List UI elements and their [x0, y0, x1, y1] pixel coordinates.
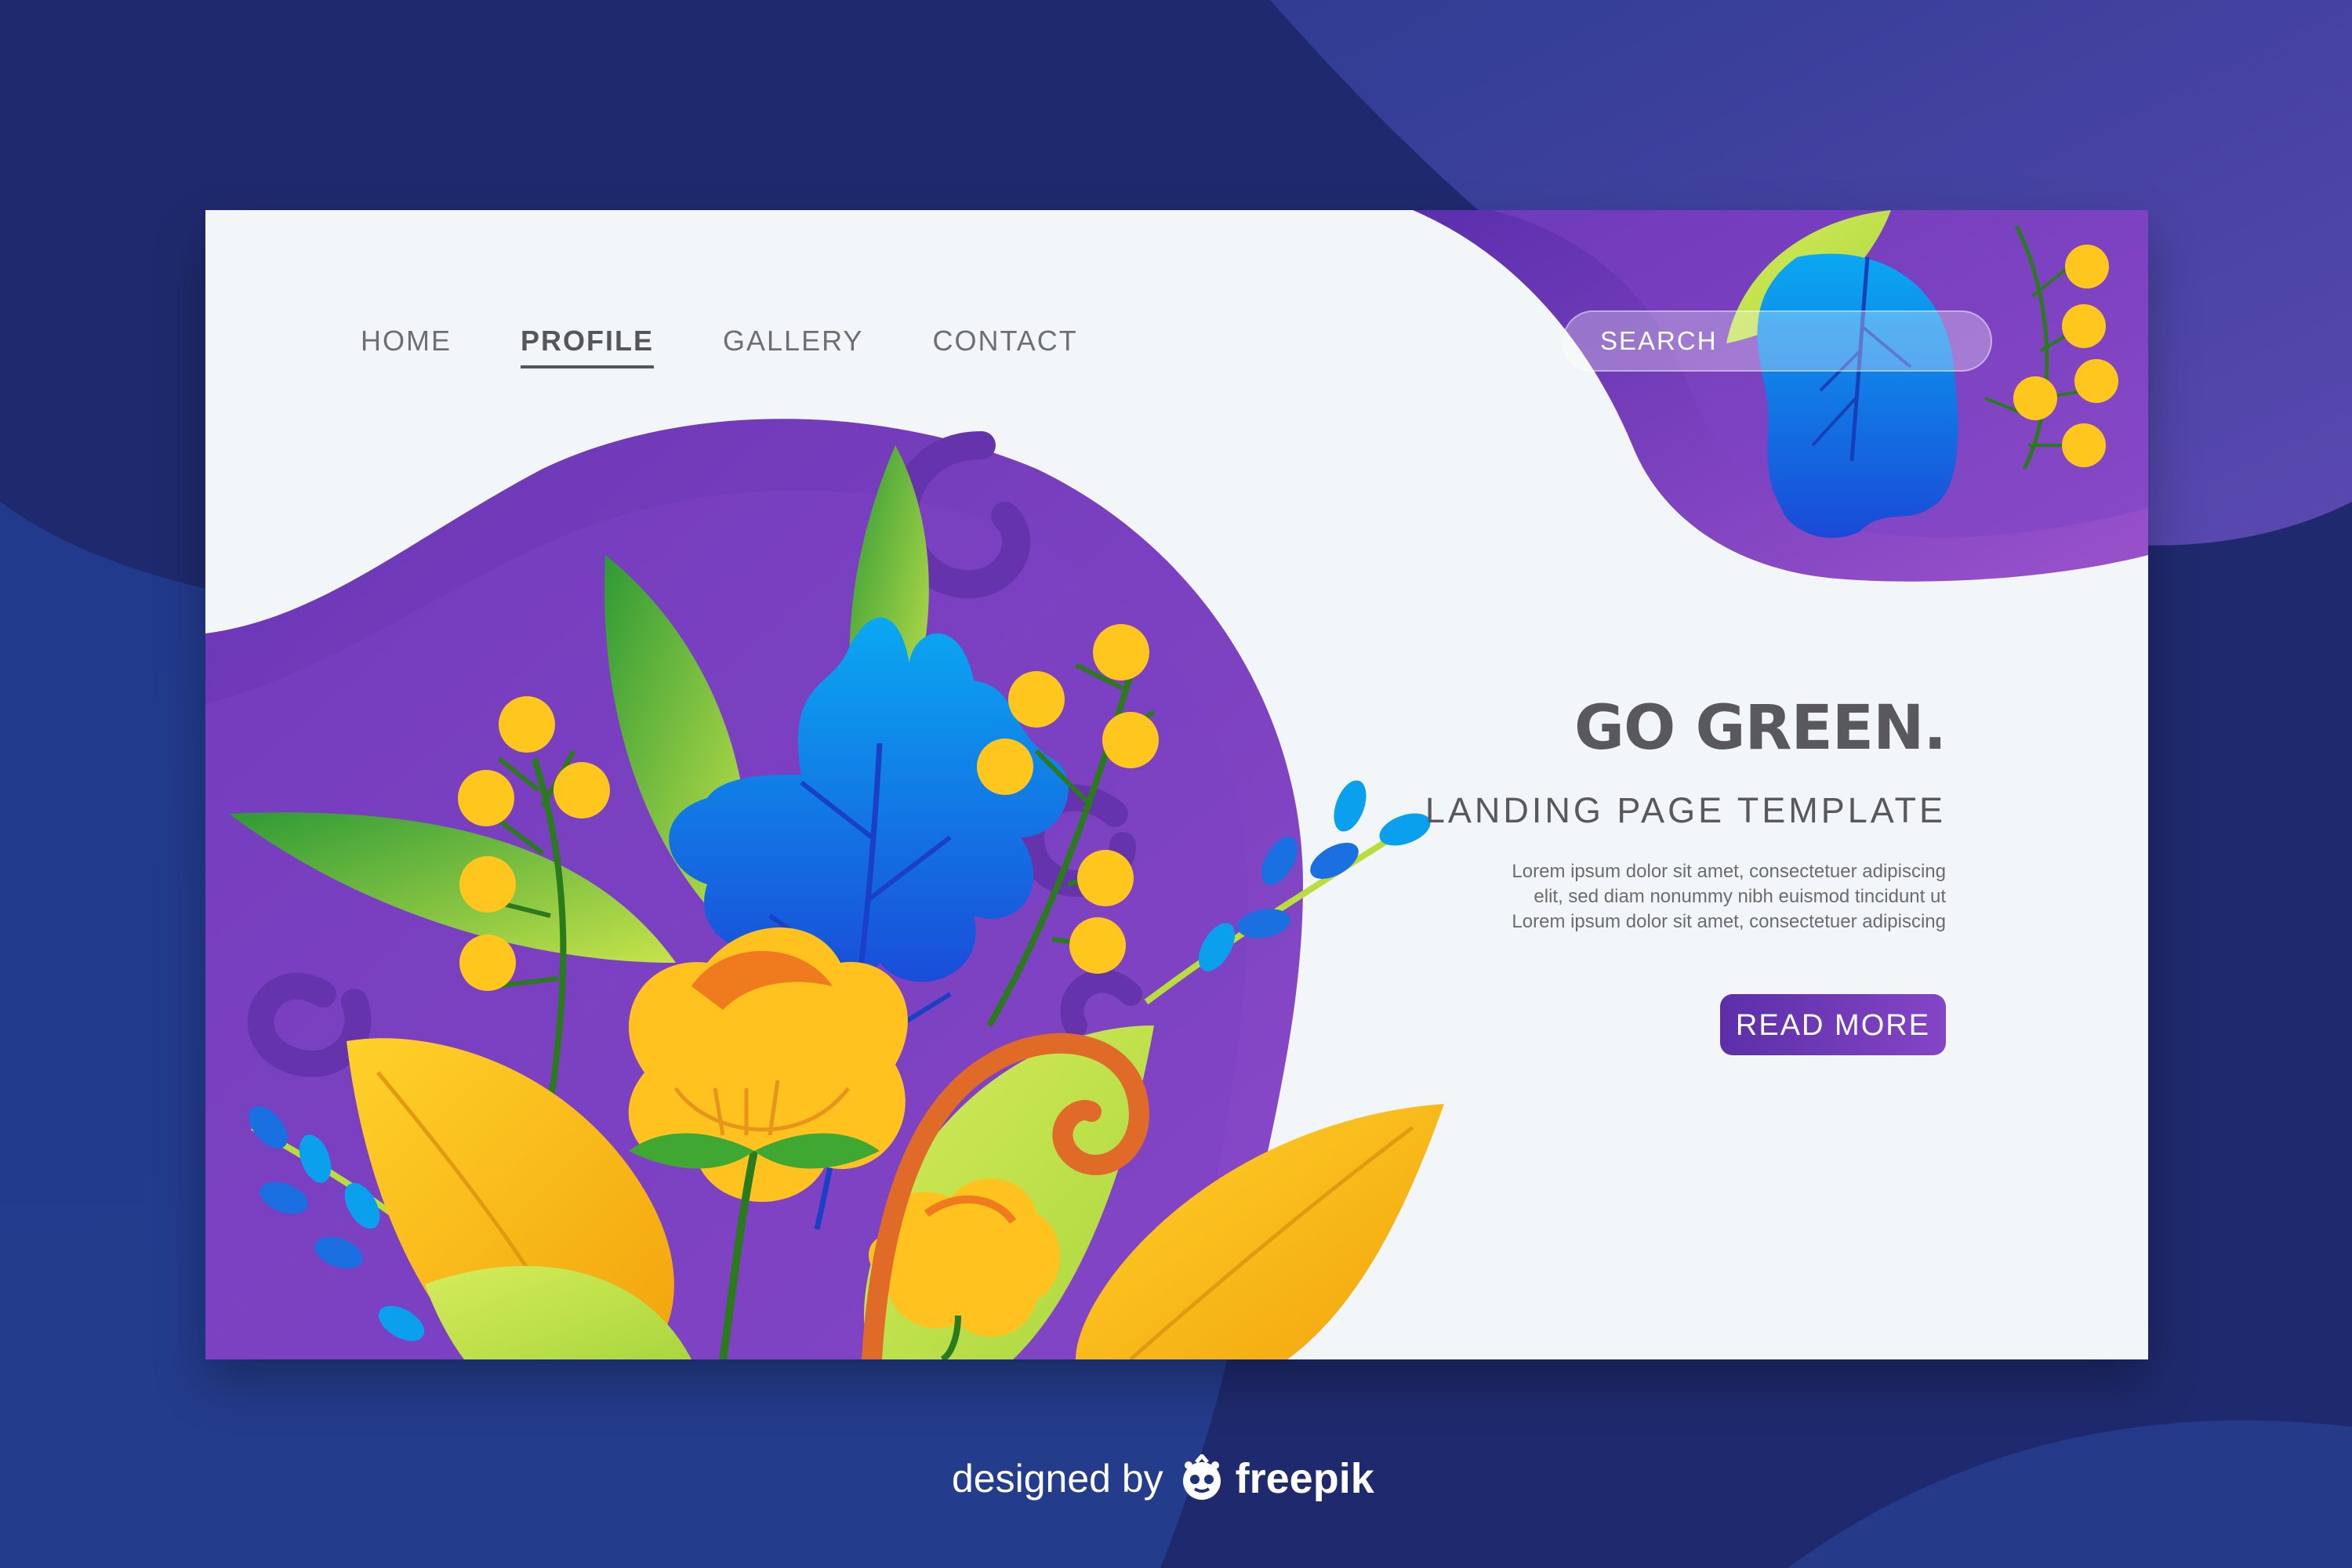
freepik-logo-icon: [1182, 1454, 1221, 1500]
credit: designed by freepik: [952, 1450, 1374, 1507]
nav-home[interactable]: HOME: [361, 325, 452, 368]
hero-body: Lorem ipsum dolor sit amet, consectetuer…: [1240, 859, 1946, 935]
nav-contact[interactable]: CONTACT: [932, 325, 1077, 368]
nav-gallery[interactable]: GALLERY: [723, 325, 863, 368]
hero-title: GO GREEN.: [1573, 693, 1947, 764]
nav-profile[interactable]: PROFILE: [521, 325, 655, 368]
main-nav: HOME PROFILE GALLERY CONTACT: [361, 325, 1078, 368]
hero-body-line: Lorem ipsum dolor sit amet, consectetuer…: [1512, 861, 1946, 882]
hero-body-line: Lorem ipsum dolor sit amet, consectetuer…: [1512, 911, 1946, 932]
hero-body-line: elit, sed diam nonummy nibh euismod tinc…: [1534, 886, 1946, 907]
read-more-button[interactable]: READ MORE: [1720, 994, 1946, 1055]
credit-prefix: designed by: [952, 1457, 1163, 1501]
search-input[interactable]: [1564, 312, 1991, 370]
hero-subtitle: LANDING PAGE TEMPLATE: [1425, 790, 1946, 830]
hero-section: GO GREEN. LANDING PAGE TEMPLATE Lorem ip…: [1240, 693, 1947, 1055]
credit-brand: freepik: [1235, 1455, 1374, 1502]
landing-card: HOME PROFILE GALLERY CONTACT GO GREEN. L…: [205, 210, 2148, 1359]
search-box: [1563, 310, 1992, 372]
